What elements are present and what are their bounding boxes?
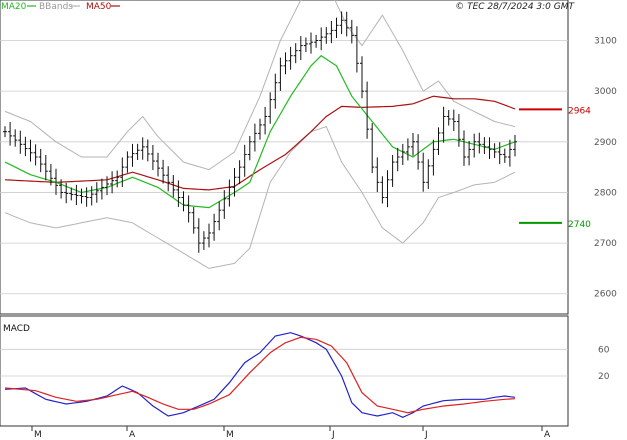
price-y-tick-label: 2600 bbox=[594, 290, 617, 300]
x-tick-label: A bbox=[544, 430, 551, 440]
legend-bbands-label: BBands bbox=[39, 2, 73, 12]
legend-ma20-label: MA20 bbox=[1, 2, 27, 12]
price-y-tick-label: 2800 bbox=[594, 188, 617, 198]
x-tick-label: M bbox=[226, 430, 234, 440]
resistance-level-label: 2964 bbox=[568, 106, 591, 116]
legend-ma50-label: MA50 bbox=[86, 2, 112, 12]
x-tick-label: J bbox=[424, 430, 428, 440]
price-y-tick-label: 2900 bbox=[594, 138, 617, 148]
x-tick-label: M bbox=[34, 430, 42, 440]
price-y-tick-label: 3100 bbox=[594, 37, 617, 47]
macd-y-tick-label: 20 bbox=[598, 372, 610, 382]
x-tick-label: A bbox=[129, 430, 136, 440]
stock-chart: 2600 2700 2800 2900 3000 3100 20 60 M A M J J A MA20 … bbox=[0, 0, 617, 440]
macd-panel-frame bbox=[0, 315, 569, 427]
support-level-label: 2740 bbox=[568, 220, 591, 230]
price-y-tick-label: 3000 bbox=[594, 87, 617, 97]
legend: MA20 BBands MA50 bbox=[1, 2, 120, 12]
x-tick-label: J bbox=[331, 430, 335, 440]
price-y-tick-label: 2700 bbox=[594, 239, 617, 249]
macd-y-tick-label: 60 bbox=[598, 345, 610, 355]
macd-panel-title: MACD bbox=[3, 324, 30, 334]
copyright-credit: © TEC 28/7/2024 3:0 GMT bbox=[455, 2, 575, 12]
chart-root: 2600 2700 2800 2900 3000 3100 20 60 M A M J J A MA20 … bbox=[0, 0, 627, 440]
